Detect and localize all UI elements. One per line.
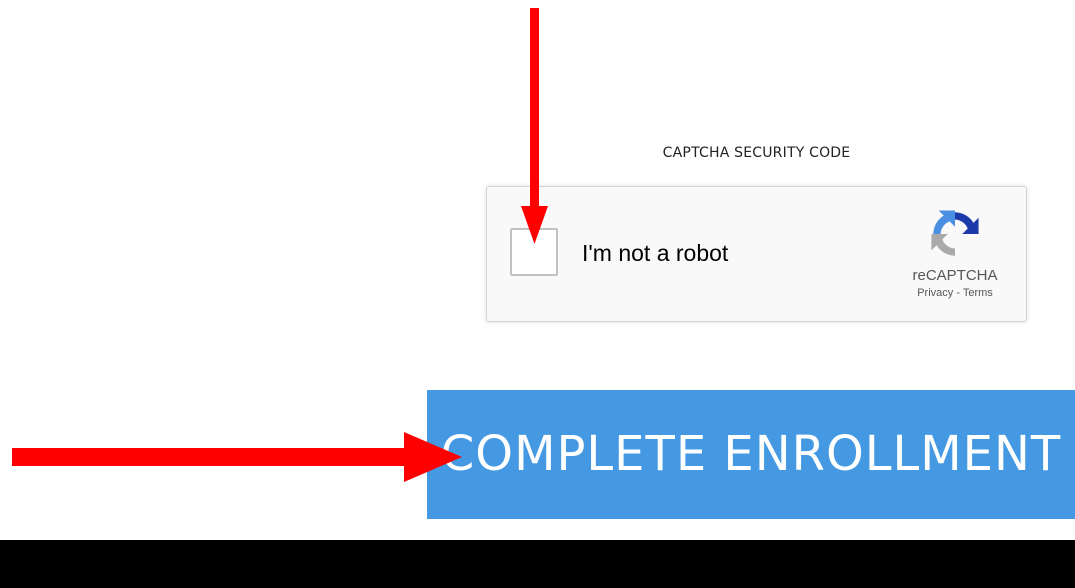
terms-link[interactable]: Terms <box>963 287 993 299</box>
privacy-link[interactable]: Privacy <box>917 287 953 299</box>
recaptcha-brand-text: reCAPTCHA <box>912 267 998 284</box>
bottom-black-bar <box>0 540 1075 588</box>
complete-enrollment-button[interactable]: COMPLETE ENROLLMENT <box>427 390 1075 519</box>
page-content: CAPTCHA SECURITY CODE I'm not a robot re… <box>0 0 1075 540</box>
recaptcha-links: Privacy - Terms <box>895 287 1015 299</box>
recaptcha-branding: reCAPTCHA Privacy - Terms <box>895 205 1015 299</box>
recaptcha-logo-icon <box>931 210 979 256</box>
recaptcha-widget: I'm not a robot reCAPTCHA Privacy - Term… <box>486 186 1027 322</box>
captcha-section-title: CAPTCHA SECURITY CODE <box>662 145 851 161</box>
recaptcha-label: I'm not a robot <box>582 240 729 266</box>
recaptcha-checkbox[interactable] <box>510 228 558 276</box>
links-separator: - <box>956 287 960 299</box>
